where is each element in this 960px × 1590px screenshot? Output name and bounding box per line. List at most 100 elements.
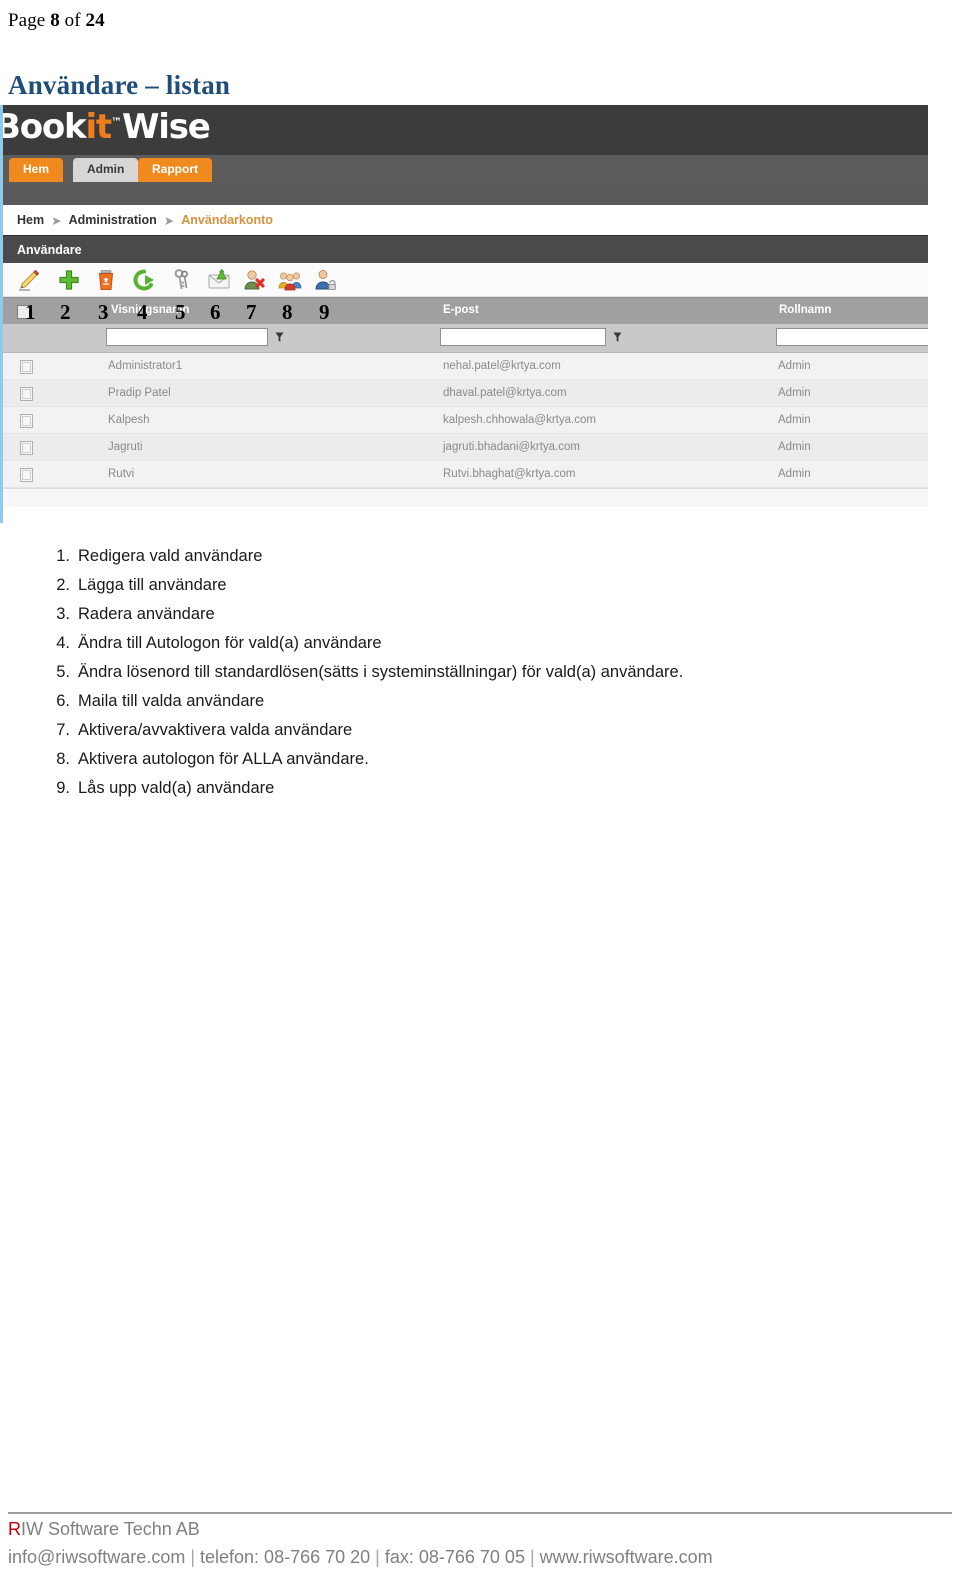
footer-website[interactable]: www.riwsoftware.com [540,1547,713,1567]
orange-trash-delete-icon[interactable] [94,268,118,292]
page-number-mid: of [59,10,86,31]
pencil-edit-icon[interactable] [17,268,41,292]
app-topbar: Bookit™Wise [3,105,928,155]
user-deactivate-icon[interactable] [242,268,266,292]
logo-text-after: Wise [121,107,211,147]
callout-5: 5 [175,300,186,324]
list-item-label: Lås upp vald(a) användare [78,779,275,797]
page-number-prefix: Page [8,10,51,31]
funnel-filter-icon[interactable] [275,332,284,343]
footer-company: RIW Software Techn AB [8,1519,200,1540]
table-row[interactable]: Pradip Patel dhaval.patel@krtya.com Admi… [3,380,928,407]
table-row[interactable]: Kalpesh kalpesh.chhowala@krtya.com Admin [3,407,928,434]
callout-3: 3 [98,300,109,324]
app-tab-strip: Hem Admin Rapport [3,155,928,182]
list-item-number: 9. [56,779,70,797]
legend-list: 1. Redigera vald användare 2. Lägga till… [0,545,930,806]
callout-1: 1 [25,300,36,324]
row-checkbox[interactable] [20,414,33,428]
tab-admin[interactable]: Admin [73,158,139,182]
footer-company-rest: IW Software Techn AB [21,1519,200,1539]
cell-epost: Rutvi.bhaghat@krtya.com [443,468,576,480]
list-item: 6. Maila till valda användare [0,690,930,719]
breadcrumb-item-administration[interactable]: Administration [69,213,157,227]
logo-text-before: Book [3,107,87,147]
callout-7: 7 [246,300,257,324]
toolbar [3,263,928,297]
cell-rollnamn: Admin [778,387,811,399]
list-item: 3. Radera användare [0,603,930,632]
cell-epost: dhaval.patel@krtya.com [443,387,567,399]
app-screenshot: Bookit™Wise Hem Admin Rapport Hem ➤ Admi… [0,105,928,523]
footer-company-initial: R [8,1519,21,1539]
row-checkbox[interactable] [20,360,33,374]
column-header-epost[interactable]: E-post [443,304,479,316]
tab-hem[interactable]: Hem [9,158,64,182]
user-unlock-icon[interactable] [313,268,337,292]
breadcrumb-item-hem[interactable]: Hem [17,213,44,227]
panel-title: Användare [3,235,928,263]
trademark-icon: ™ [110,115,122,129]
row-checkbox[interactable] [20,441,33,455]
envelope-mail-icon[interactable] [207,268,231,292]
bookitwise-logo: Bookit™Wise [3,107,211,147]
footer-divider-3: | [524,1547,540,1567]
table-footer-strip [3,488,928,507]
funnel-filter-icon[interactable] [613,332,622,343]
list-item-label: Ändra lösenord till standardlösen(sätts … [78,663,684,681]
callout-6: 6 [210,300,221,324]
page-title: Användare – listan [8,70,231,100]
filter-input-epost[interactable] [440,328,606,346]
table-row[interactable]: Jagruti jagruti.bhadani@krtya.com Admin [3,434,928,461]
table-row[interactable]: Administrator1 nehal.patel@krtya.com Adm… [3,353,928,380]
list-item-label: Redigera vald användare [78,547,263,565]
column-header-rollnamn[interactable]: Rollnamn [779,304,831,316]
list-item-label: Radera användare [78,605,215,623]
filter-input-rollnamn[interactable] [776,328,928,346]
cell-rollnamn: Admin [778,441,811,453]
cell-rollnamn: Admin [778,414,811,426]
breadcrumb-separator-icon: ➤ [163,213,175,228]
filter-input-visningsnamn[interactable] [106,328,268,346]
breadcrumb-item-anvandarkonto: Användarkonto [181,213,273,227]
tab-rapport[interactable]: Rapport [138,158,212,182]
cell-visningsnamn: Jagruti [108,441,143,453]
list-item-number: 7. [56,721,70,739]
list-item: 2. Lägga till användare [0,574,930,603]
green-plus-add-icon[interactable] [57,268,81,292]
list-item-label: Aktivera/avvaktivera valda användare [78,721,353,739]
footer-fax: fax: 08-766 70 05 [384,1547,525,1567]
breadcrumb-separator-icon: ➤ [51,213,62,228]
page-number-current: 8 [50,10,60,31]
cell-epost: kalpesh.chhowala@krtya.com [443,414,596,426]
table-filter-row [3,324,928,353]
footer-divider-2: | [370,1547,385,1567]
list-item: 5. Ändra lösenord till standardlösen(sät… [0,661,930,690]
user-group-all-icon[interactable] [278,268,302,292]
footer-divider [8,1512,952,1514]
footer-divider-1: | [185,1547,201,1567]
row-checkbox[interactable] [20,387,33,401]
cell-visningsnamn: Administrator1 [108,360,183,372]
list-item: 1. Redigera vald användare [0,545,930,574]
cell-rollnamn: Admin [778,468,811,480]
list-item-label: Maila till valda användare [78,692,265,710]
app-subnav-band [3,182,928,205]
list-item: 8. Aktivera autologon för ALLA användare… [0,748,930,777]
list-item-number: 6. [56,692,70,710]
list-item-number: 5. [56,663,70,681]
list-item-label: Ändra till Autologon för vald(a) använda… [78,634,382,652]
table-row[interactable]: Rutvi Rutvi.bhaghat@krtya.com Admin [3,461,928,488]
list-item-number: 3. [56,605,70,623]
list-item-label: Lägga till användare [78,576,227,594]
callout-9: 9 [319,300,330,324]
row-checkbox[interactable] [20,468,33,482]
list-item-number: 1. [56,547,70,565]
table-header-row: Visningsnamn E-post Rollnamn 1 2 3 4 5 6… [3,297,928,324]
green-refresh-autologon-icon[interactable] [132,268,156,292]
list-item: 4. Ändra till Autologon för vald(a) anvä… [0,632,930,661]
keys-password-icon[interactable] [170,268,194,292]
list-item-label: Aktivera autologon för ALLA användare. [78,750,369,768]
footer-email[interactable]: info@riwsoftware.com [8,1547,185,1567]
cell-epost: nehal.patel@krtya.com [443,360,561,372]
